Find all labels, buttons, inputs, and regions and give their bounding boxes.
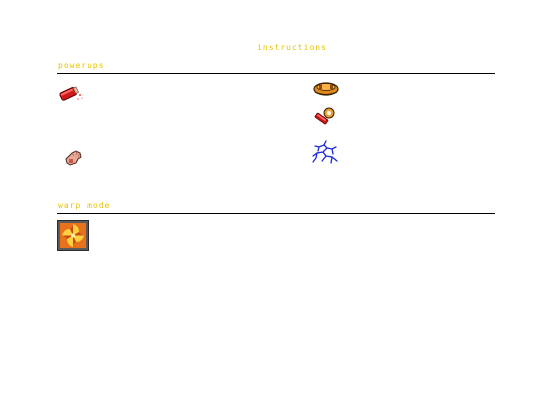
pink-hand-icon (62, 147, 84, 167)
red-dynamite-icon (58, 84, 84, 102)
red-key-icon (313, 106, 337, 128)
warp-swirl-icon (57, 220, 89, 251)
powerups-divider (57, 73, 495, 74)
blue-lightning-icon (310, 139, 340, 165)
warp-mode-heading: warp mode (58, 201, 111, 210)
orange-shoe-icon (312, 79, 340, 97)
warp-mode-divider (57, 213, 495, 214)
screen-title: instructions (257, 43, 327, 52)
powerups-heading: powerups (58, 61, 105, 70)
